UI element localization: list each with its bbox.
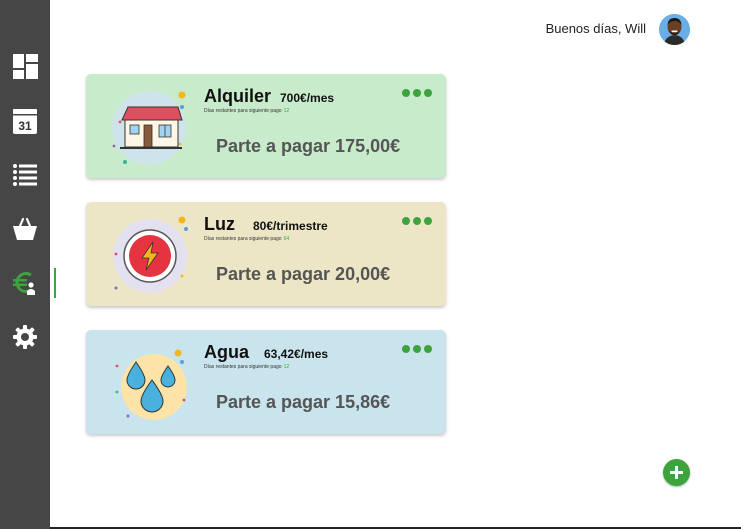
list-icon: [13, 164, 37, 186]
days-remaining: Días restantes para siguiente pago 12: [204, 108, 289, 114]
days-remaining-label: Días restantes para siguiente pago: [204, 364, 282, 370]
nav-dashboard[interactable]: [0, 49, 50, 83]
settings-gear-icon: [13, 325, 37, 349]
avatar[interactable]: [659, 14, 690, 45]
bill-name: Alquiler: [204, 86, 272, 106]
nav-settings[interactable]: [0, 320, 50, 354]
bill-card-electricity[interactable]: Luz 80€/trimestre Días restantes para si…: [86, 202, 446, 306]
days-remaining-label: Días restantes para siguiente pago: [204, 236, 282, 242]
shopping-bag-icon: [13, 217, 37, 240]
bill-card-water[interactable]: Agua 63,42€/mes Días restantes para sigu…: [86, 330, 446, 434]
add-bill-button[interactable]: [663, 459, 690, 486]
app-root: 31 Buenos días, Will Alquiler 700€/mes D…: [0, 0, 741, 529]
bill-name: Agua: [204, 342, 249, 362]
more-options-icon[interactable]: [402, 88, 432, 98]
amount-to-pay: Parte a pagar 20,00€: [216, 264, 391, 284]
bill-price: 63,42€/mes: [264, 347, 329, 361]
house-icon: [112, 91, 186, 165]
nav-list[interactable]: [0, 158, 50, 192]
lightning-icon: [113, 216, 188, 293]
days-remaining-label: Días restantes para siguiente pago: [204, 108, 282, 114]
active-nav-indicator: [54, 268, 56, 298]
days-remaining: Días restantes para siguiente pago 12: [204, 364, 289, 370]
greeting-text: Buenos días, Will: [545, 21, 646, 36]
nav-shopping[interactable]: [0, 212, 50, 246]
bill-name: Luz: [204, 214, 235, 234]
days-remaining-value: 12: [283, 108, 290, 114]
plus-icon: [670, 466, 683, 479]
bill-card-rent[interactable]: Alquiler 700€/mes Días restantes para si…: [86, 74, 446, 178]
more-options-icon[interactable]: [402, 344, 432, 354]
user-avatar-icon: [659, 14, 690, 45]
nav-payments[interactable]: [0, 266, 50, 300]
calendar-icon: 31: [13, 108, 37, 134]
calendar-day-label: 31: [18, 119, 32, 133]
sidebar: 31: [0, 0, 50, 529]
nav-calendar[interactable]: 31: [0, 104, 50, 138]
bill-price: 700€/mes: [280, 91, 335, 105]
more-options-icon[interactable]: [402, 216, 432, 226]
water-drops-icon: [115, 349, 187, 420]
days-remaining: Días restantes para siguiente pago 64: [204, 236, 289, 242]
days-remaining-value: 64: [283, 236, 290, 242]
amount-to-pay: Parte a pagar 175,00€: [216, 136, 401, 156]
amount-to-pay: Parte a pagar 15,86€: [216, 392, 391, 412]
bill-price: 80€/trimestre: [253, 219, 328, 233]
euro-payment-icon: [13, 272, 35, 295]
days-remaining-value: 12: [283, 364, 290, 370]
dashboard-icon: [12, 53, 38, 79]
